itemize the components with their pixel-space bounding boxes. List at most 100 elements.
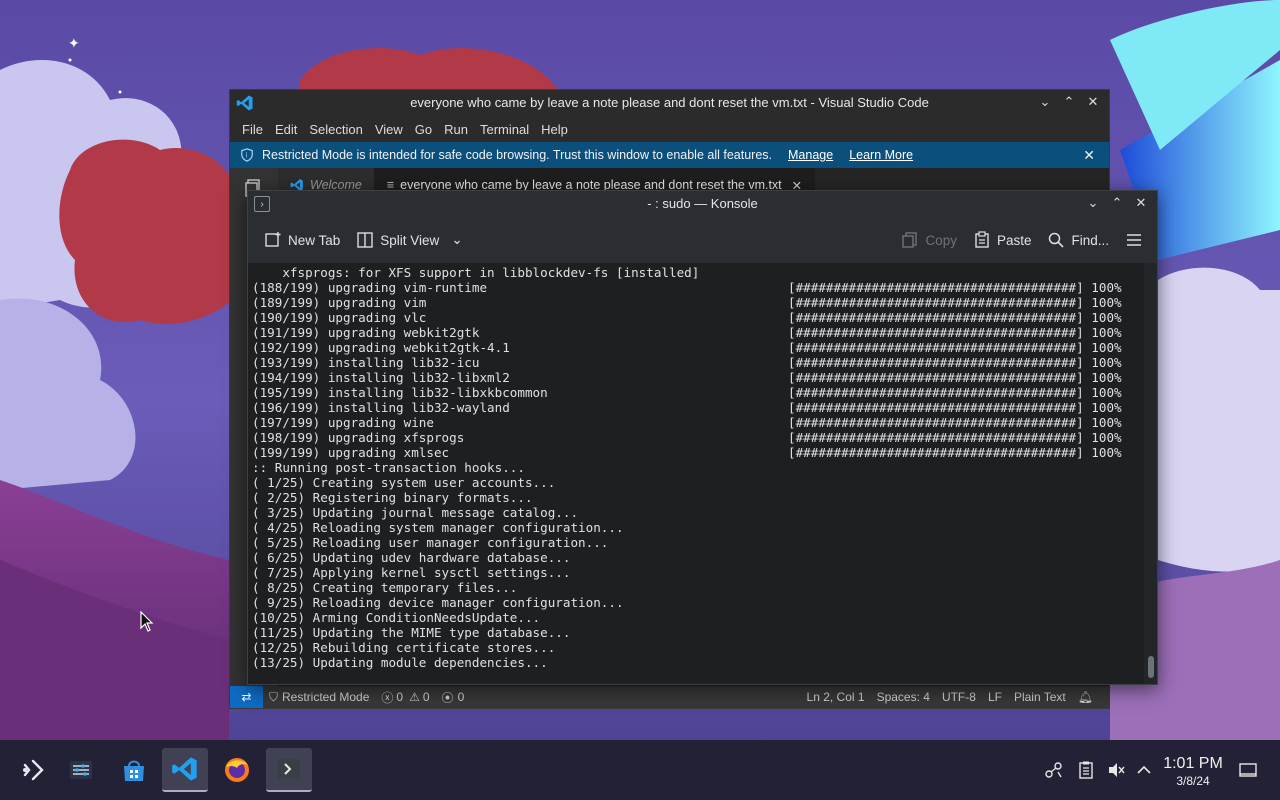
minimize-icon[interactable]: ⌄ [1085,195,1101,211]
clipboard-icon[interactable] [1076,760,1096,780]
volume-muted-icon[interactable] [1106,760,1126,780]
terminal-line-text: ( 1/25) Creating system user accounts... [252,475,556,490]
menu-selection[interactable]: Selection [303,122,368,137]
split-view-label: Split View [380,232,440,248]
vscode-task-button[interactable] [162,748,208,792]
show-desktop-icon[interactable] [1238,760,1258,780]
menu-terminal[interactable]: Terminal [474,122,535,137]
new-tab-icon [265,232,281,247]
vscode-window-title: everyone who came by leave a note please… [410,95,929,110]
banner-close-icon[interactable]: ✕ [1083,147,1095,164]
terminal-line: (10/25) Arming ConditionNeedsUpdate... [252,610,1146,625]
terminal-line-text: ( 7/25) Applying kernel sysctl settings.… [252,565,571,580]
terminal-line: (191/199) upgrading webkit2gtk [#########… [252,325,1146,340]
terminal-line: (194/199) installing lib32-libxml2 [#####… [252,370,1146,385]
app-launcher-button[interactable] [10,748,56,792]
status-restricted-label: Restricted Mode [282,690,370,704]
manage-link[interactable]: Manage [788,148,833,162]
terminal-progress-bar: [#####################################] … [788,445,1122,460]
terminal-line-text: (188/199) upgrading vim-runtime [252,280,488,295]
terminal-line: ( 3/25) Updating journal message catalog… [252,505,1146,520]
close-icon[interactable]: ✕ [1085,94,1101,110]
terminal-line: ( 5/25) Reloading user manager configura… [252,535,1146,550]
copy-button[interactable]: Copy [893,231,965,249]
vscode-titlebar[interactable]: everyone who came by leave a note please… [230,90,1109,116]
paste-label: Paste [996,232,1032,248]
terminal-line-text: (197/199) upgrading wine [252,415,434,430]
scrollbar-thumb[interactable] [1148,656,1154,678]
remote-indicator-icon[interactable]: ⇄ [230,686,263,708]
firefox-icon [225,758,249,782]
status-ports[interactable]: ⦿ 0 [436,689,471,706]
copy-label: Copy [925,232,957,248]
menu-view[interactable]: View [369,122,409,137]
close-icon[interactable]: ✕ [1133,195,1149,211]
tray-expand-icon[interactable] [1134,760,1154,780]
terminal-line-text: (11/25) Updating the MIME type database.… [252,625,571,640]
terminal-progress-bar: [#####################################] … [788,310,1122,325]
terminal-line: ( 6/25) Updating udev hardware database.… [252,550,1146,565]
terminal-line: (195/199) installing lib32-libxkbcommon [… [252,385,1146,400]
menu-file[interactable]: File [236,122,269,137]
hamburger-menu-button[interactable] [1117,231,1151,249]
terminal-line-text: (195/199) installing lib32-libxkbcommon [252,385,548,400]
konsole-task-button[interactable] [266,748,312,792]
clock[interactable]: 1:01 PM 3/8/24 [1160,755,1226,789]
terminal-line: (197/199) upgrading wine [###############… [252,415,1146,430]
shield-icon: i [241,148,253,162]
menu-go[interactable]: Go [409,122,438,137]
status-restricted-mode[interactable]: ⛉ Restricted Mode [263,690,375,705]
notifications-bell-icon[interactable]: 🔔︎ [1072,690,1099,704]
network-icon[interactable] [1044,760,1064,780]
status-problems[interactable]: ⓧ 0 ⚠ 0 [375,689,435,706]
terminal-progress-bar: [#####################################] … [788,415,1122,430]
konsole-icon [278,759,300,779]
system-settings-button[interactable] [58,748,104,792]
menu-help[interactable]: Help [535,122,574,137]
discover-store-button[interactable] [111,748,157,792]
status-indentation[interactable]: Spaces: 4 [871,690,936,704]
shield-small-icon: ⛉ [269,689,279,704]
terminal-line: (193/199) installing lib32-icu [#########… [252,355,1146,370]
warning-icon: ⚠ [409,690,420,704]
terminal-progress-bar: [#####################################] … [788,370,1122,385]
status-encoding[interactable]: UTF-8 [936,690,982,704]
status-cursor-position[interactable]: Ln 2, Col 1 [801,690,871,704]
chevron-down-icon: ⌄ [451,232,463,247]
konsole-window[interactable]: › - : sudo — Konsole ⌄ ⌃ ✕ New Tab Split… [247,190,1158,685]
konsole-titlebar[interactable]: › - : sudo — Konsole ⌄ ⌃ ✕ [248,191,1157,217]
terminal-line-text: (194/199) installing lib32-libxml2 [252,370,510,385]
terminal-line-text: ( 6/25) Updating udev hardware database.… [252,550,571,565]
new-tab-button[interactable]: New Tab [256,231,348,249]
minimize-icon[interactable]: ⌄ [1037,94,1053,110]
terminal-line: (199/199) upgrading xmlsec [#############… [252,445,1146,460]
terminal-line: (188/199) upgrading vim-runtime [########… [252,280,1146,295]
maximize-icon[interactable]: ⌃ [1109,195,1125,211]
firefox-task-button[interactable] [214,748,260,792]
terminal-line-text: (10/25) Arming ConditionNeedsUpdate... [252,610,541,625]
terminal-output[interactable]: xfsprogs: for XFS support in libblockdev… [248,263,1146,684]
paste-icon [975,231,989,248]
terminal-line: (189/199) upgrading vim [################… [252,295,1146,310]
find-label: Find... [1071,232,1109,248]
terminal-line-text: ( 4/25) Reloading system manager configu… [252,520,624,535]
terminal-line: (190/199) upgrading vlc [################… [252,310,1146,325]
split-view-button[interactable]: Split View ⌄ [348,231,470,249]
error-count: 0 [396,690,404,704]
status-language[interactable]: Plain Text [1008,690,1072,704]
terminal-line-text: (191/199) upgrading webkit2gtk [252,325,480,340]
status-eol[interactable]: LF [982,690,1008,704]
terminal-line: (196/199) installing lib32-wayland [#####… [252,400,1146,415]
restricted-mode-banner: i Restricted Mode is intended for safe c… [230,142,1109,168]
taskbar [0,740,1280,800]
maximize-icon[interactable]: ⌃ [1061,94,1077,110]
menu-edit[interactable]: Edit [269,122,303,137]
terminal-scrollbar[interactable] [1144,263,1157,684]
menu-run[interactable]: Run [438,122,474,137]
paste-button[interactable]: Paste [965,231,1040,249]
terminal-progress-bar: [#####################################] … [788,340,1122,355]
learn-more-link[interactable]: Learn More [849,148,913,162]
terminal-line-text: ( 8/25) Creating temporary files... [252,580,518,595]
find-button[interactable]: Find... [1039,231,1117,249]
terminal-line: (13/25) Updating module dependencies... [252,655,1146,670]
